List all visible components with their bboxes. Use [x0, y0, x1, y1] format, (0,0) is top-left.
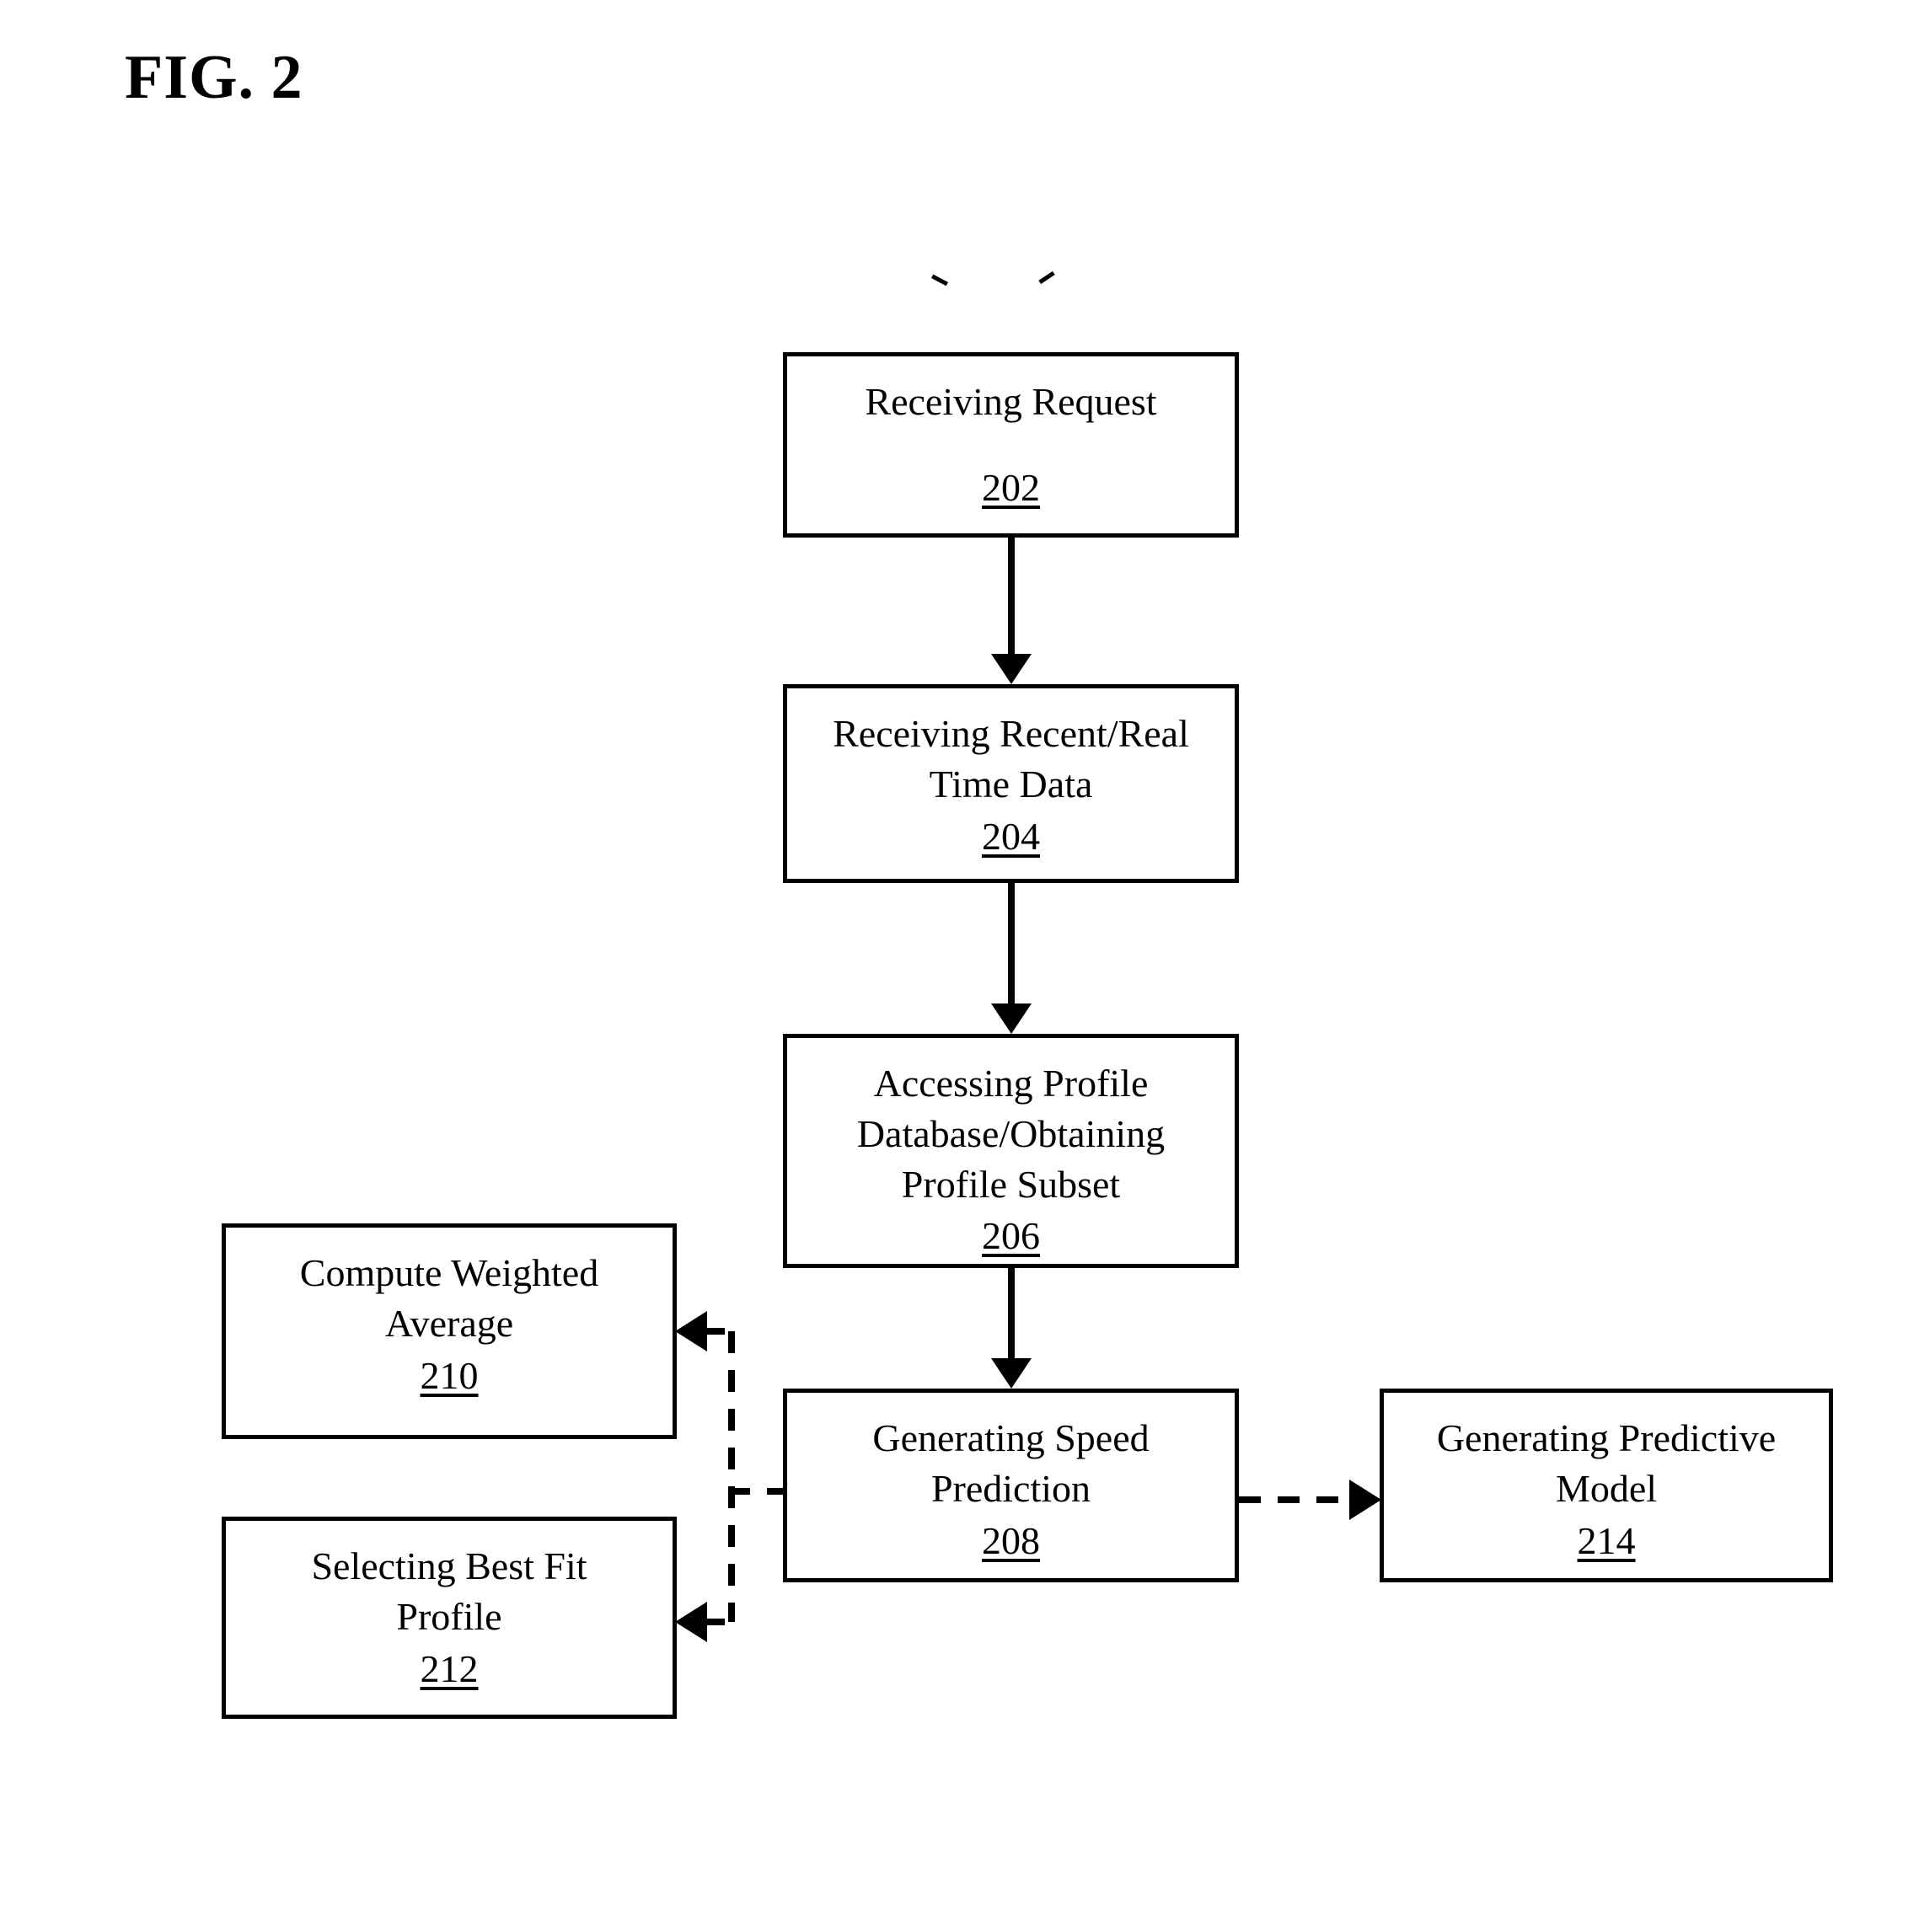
node-ref-208: 208 [982, 1518, 1040, 1562]
edge-204-206-line [1008, 883, 1015, 1003]
node-ref-214: 214 [1577, 1518, 1636, 1562]
edge-208-branch-stub [728, 1488, 784, 1495]
edge-208-210-line [703, 1328, 733, 1335]
node-selecting-best-fit-profile: Selecting Best Fit Profile 212 [222, 1517, 677, 1719]
node-ref-202: 202 [982, 466, 1040, 509]
node-label-204: Receiving Recent/Real Time Data [833, 712, 1189, 805]
edge-202-204-line [1008, 538, 1015, 654]
edge-206-208-line [1008, 1268, 1015, 1358]
node-generating-speed-prediction: Generating Speed Prediction 208 [783, 1389, 1239, 1582]
node-receiving-realtime-data: Receiving Recent/Real Time Data 204 [783, 684, 1239, 883]
edge-208-212-line [703, 1619, 733, 1625]
node-receiving-request: Receiving Request 202 [783, 352, 1239, 538]
node-label-214: Generating Predictive Model [1436, 1416, 1777, 1510]
figure-title: FIG. 2 [125, 43, 303, 112]
node-ref-210: 210 [420, 1353, 479, 1397]
edge-208-214-arrowhead [1349, 1480, 1381, 1520]
node-ref-212: 212 [420, 1646, 479, 1690]
node-label-206: Accessing Profile Database/Obtaining Pro… [856, 1062, 1166, 1206]
node-accessing-profile-database: Accessing Profile Database/Obtaining Pro… [783, 1034, 1239, 1268]
edge-204-206-arrowhead [991, 1003, 1032, 1034]
figure-page: FIG. 2 Receiving Request 202 Receiving R… [0, 0, 1919, 1932]
edge-208-212-arrowhead [675, 1602, 707, 1642]
edge-208-branch-trunk [728, 1331, 735, 1622]
node-ref-204: 204 [982, 814, 1040, 858]
edge-206-208-arrowhead [991, 1358, 1032, 1389]
node-compute-weighted-average: Compute Weighted Average 210 [222, 1223, 677, 1439]
edge-208-214-line [1239, 1496, 1350, 1503]
scan-artifact-tick-left [930, 274, 949, 286]
node-label-202: Receiving Request [865, 380, 1157, 424]
node-ref-206: 206 [982, 1214, 1040, 1258]
node-label-208: Generating Speed Prediction [872, 1416, 1150, 1510]
node-label-210: Compute Weighted Average [299, 1251, 599, 1345]
edge-202-204-arrowhead [991, 654, 1032, 684]
node-label-212: Selecting Best Fit Profile [311, 1544, 587, 1638]
scan-artifact-tick-right [1038, 270, 1055, 285]
node-generating-predictive-model: Generating Predictive Model 214 [1380, 1389, 1833, 1582]
edge-208-210-arrowhead [675, 1311, 707, 1351]
